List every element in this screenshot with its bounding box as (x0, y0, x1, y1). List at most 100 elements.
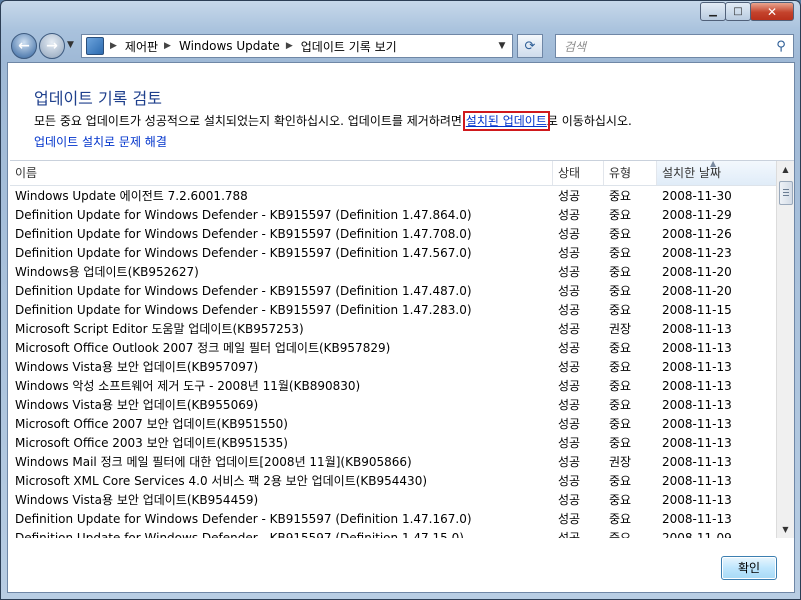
column-header-status[interactable]: 상태 (553, 161, 604, 185)
page-title: 업데이트 기록 검토 (34, 89, 162, 108)
type-cell: 중요 (609, 341, 632, 355)
search-input[interactable]: 검색 ⚲ (555, 34, 794, 58)
date-cell: 2008-11-20 (662, 284, 732, 298)
table-row[interactable]: Definition Update for Windows Defender -… (10, 529, 777, 538)
control-panel-icon (86, 37, 104, 55)
table-row[interactable]: Microsoft Script Editor 도움말 업데이트(KB95725… (10, 320, 777, 339)
breadcrumb-control-panel[interactable]: 제어판 (125, 38, 158, 55)
scrollbar-thumb[interactable] (779, 181, 793, 205)
column-header-installed-date[interactable]: 설치한 날짜 (657, 161, 777, 185)
refresh-button[interactable]: ⟳ (517, 34, 543, 58)
list-rows: Windows Update 에이전트 7.2.6001.788 성공 중요 2008… (10, 187, 777, 538)
status-cell: 성공 (558, 512, 581, 526)
table-row[interactable]: Definition Update for Windows Defender -… (10, 225, 777, 244)
name-cell: Windows 악성 소프트웨어 제거 도구 - 2008년 11월(KB890… (15, 379, 361, 393)
name-cell: Definition Update for Windows Defender -… (15, 303, 472, 317)
name-cell: Microsoft Script Editor 도움말 업데이트(KB95725… (15, 322, 304, 336)
table-row[interactable]: Windows용 업데이트(KB952627) 성공 중요 2008-11-20 (10, 263, 777, 282)
date-cell: 2008-11-13 (662, 341, 732, 355)
name-cell: Definition Update for Windows Defender -… (15, 512, 472, 526)
name-cell: Definition Update for Windows Defender -… (15, 208, 472, 222)
chevron-right-icon[interactable]: ▶ (164, 41, 171, 51)
name-cell: Windows Mail 정크 메일 필터에 대한 업데이트[2008년 11월… (15, 455, 412, 469)
type-cell: 중요 (609, 284, 632, 298)
troubleshoot-link[interactable]: 업데이트 설치로 문제 해결 (34, 133, 167, 150)
status-cell: 성공 (558, 322, 581, 336)
type-cell: 중요 (609, 227, 632, 241)
table-row[interactable]: Windows Vista용 보안 업데이트(KB954459) 성공 중요 2008… (10, 491, 777, 510)
minimize-button[interactable]: ▁ (700, 2, 726, 21)
name-cell: Definition Update for Windows Defender -… (15, 227, 472, 241)
table-row[interactable]: Microsoft XML Core Services 4.0 서비스 팩 2용… (10, 472, 777, 491)
column-header-type[interactable]: 유형 (604, 161, 657, 185)
name-cell: Microsoft Office 2007 보안 업데이트(KB951550) (15, 417, 288, 431)
table-row[interactable]: Microsoft Office 2003 보안 업데이트(KB951535) 성… (10, 434, 777, 453)
table-row[interactable]: Microsoft Office 2007 보안 업데이트(KB951550) 성… (10, 415, 777, 434)
table-row[interactable]: Windows Vista용 보안 업데이트(KB955069) 성공 중요 2008… (10, 396, 777, 415)
status-cell: 성공 (558, 227, 581, 241)
ok-button[interactable]: 확인 (721, 556, 777, 580)
name-cell: Microsoft Office 2003 보안 업데이트(KB951535) (15, 436, 288, 450)
table-row[interactable]: Definition Update for Windows Defender -… (10, 301, 777, 320)
address-bar[interactable]: ▶ 제어판 ▶ Windows Update ▶ 업데이트 기록 보기 ▼ (81, 34, 513, 58)
chevron-right-icon[interactable]: ▶ (286, 41, 293, 51)
table-row[interactable]: Windows Vista용 보안 업데이트(KB957097) 성공 중요 2008… (10, 358, 777, 377)
date-cell: 2008-11-29 (662, 208, 732, 222)
scroll-down-button[interactable]: ▼ (777, 521, 794, 538)
close-button[interactable]: ✕ (750, 2, 794, 21)
search-icon[interactable]: ⚲ (773, 38, 789, 54)
title-bar: ▁ □ ✕ (1, 1, 800, 29)
name-cell: Windows Vista용 보안 업데이트(KB954459) (15, 493, 259, 507)
forward-button[interactable]: → (39, 33, 65, 59)
description-text: 모든 중요 업데이트가 성공적으로 설치되었는지 확인하십시오. 업데이트를 제… (34, 114, 466, 128)
date-cell: 2008-11-26 (662, 227, 732, 241)
table-row[interactable]: Definition Update for Windows Defender -… (10, 282, 777, 301)
chevron-up-icon: ▲ (782, 165, 789, 174)
name-cell: Definition Update for Windows Defender -… (15, 531, 464, 538)
installed-updates-link[interactable]: 설치된 업데이트 (462, 111, 550, 131)
table-row[interactable]: Microsoft Office Outlook 2007 정크 메일 필터 업… (10, 339, 777, 358)
type-cell: 중요 (609, 189, 632, 203)
date-cell: 2008-11-13 (662, 436, 732, 450)
address-dropdown[interactable]: ▼ (494, 38, 510, 54)
status-cell: 성공 (558, 531, 581, 538)
back-button[interactable]: ← (11, 33, 37, 59)
date-cell: 2008-11-13 (662, 474, 732, 488)
date-cell: 2008-11-13 (662, 493, 732, 507)
chevron-right-icon[interactable]: ▶ (110, 41, 117, 51)
chevron-down-icon: ▼ (67, 40, 74, 50)
column-header-name[interactable]: 이름 (10, 161, 553, 185)
status-cell: 성공 (558, 189, 581, 203)
date-cell: 2008-11-30 (662, 189, 732, 203)
type-cell: 중요 (609, 531, 632, 538)
maximize-button[interactable]: □ (725, 2, 751, 21)
table-row[interactable]: Windows 악성 소프트웨어 제거 도구 - 2008년 11월(KB890… (10, 377, 777, 396)
status-cell: 성공 (558, 398, 581, 412)
date-cell: 2008-11-09 (662, 531, 732, 538)
date-cell: 2008-11-13 (662, 398, 732, 412)
table-row[interactable]: Windows Mail 정크 메일 필터에 대한 업데이트[2008년 11월… (10, 453, 777, 472)
status-cell: 성공 (558, 265, 581, 279)
date-cell: 2008-11-13 (662, 360, 732, 374)
type-cell: 중요 (609, 265, 632, 279)
search-placeholder: 검색 (564, 39, 587, 54)
scroll-up-button[interactable]: ▲ (777, 161, 794, 178)
status-cell: 성공 (558, 474, 581, 488)
status-cell: 성공 (558, 417, 581, 431)
vertical-scrollbar[interactable]: ▲ ▼ (776, 161, 794, 538)
table-row[interactable]: Windows Update 에이전트 7.2.6001.788 성공 중요 2008… (10, 187, 777, 206)
name-cell: Definition Update for Windows Defender -… (15, 246, 472, 260)
type-cell: 중요 (609, 512, 632, 526)
breadcrumb-windows-update[interactable]: Windows Update (179, 39, 280, 53)
status-cell: 성공 (558, 436, 581, 450)
breadcrumb-update-history[interactable]: 업데이트 기록 보기 (301, 38, 397, 55)
type-cell: 권장 (609, 455, 632, 469)
date-cell: 2008-11-15 (662, 303, 732, 317)
table-row[interactable]: Definition Update for Windows Defender -… (10, 510, 777, 529)
maximize-icon: □ (733, 6, 743, 17)
status-cell: 성공 (558, 455, 581, 469)
table-row[interactable]: Definition Update for Windows Defender -… (10, 206, 777, 225)
table-row[interactable]: Definition Update for Windows Defender -… (10, 244, 777, 263)
type-cell: 중요 (609, 303, 632, 317)
recent-pages-dropdown[interactable]: ▼ (67, 40, 74, 50)
